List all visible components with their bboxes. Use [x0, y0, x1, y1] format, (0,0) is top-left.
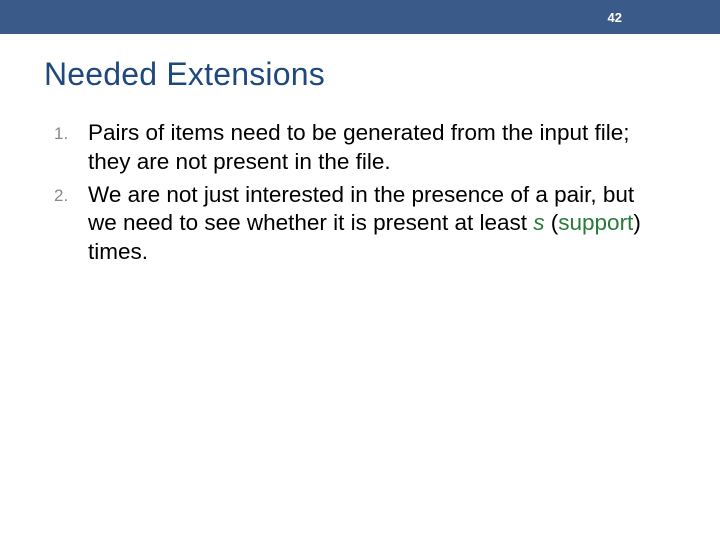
- text-mid: (: [545, 210, 559, 235]
- variable-s: s: [533, 210, 544, 235]
- slide-title: Needed Extensions: [0, 34, 720, 93]
- numbered-list: 1. Pairs of items need to be generated f…: [0, 93, 720, 267]
- list-marker: 1.: [48, 119, 88, 145]
- support-term: support: [558, 210, 633, 235]
- list-text: We are not just interested in the presen…: [88, 181, 660, 267]
- list-marker: 2.: [48, 181, 88, 207]
- list-item: 1. Pairs of items need to be generated f…: [48, 119, 660, 177]
- header-bar: 42: [0, 0, 720, 34]
- list-item: 2. We are not just interested in the pre…: [48, 181, 660, 267]
- page-number: 42: [608, 10, 622, 25]
- list-text: Pairs of items need to be generated from…: [88, 119, 660, 177]
